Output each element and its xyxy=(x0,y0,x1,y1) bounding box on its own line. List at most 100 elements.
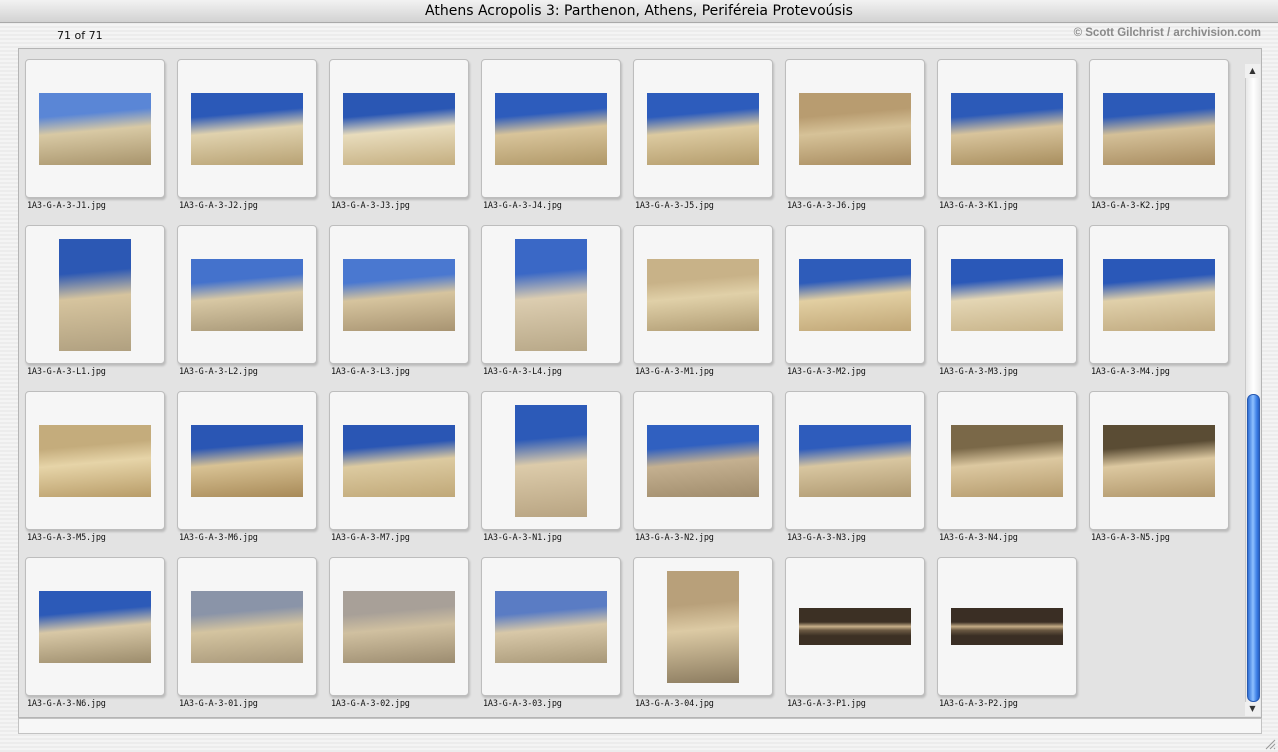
thumbnail-image[interactable] xyxy=(799,425,911,497)
thumbnail-image[interactable] xyxy=(495,591,607,663)
slide-mount[interactable] xyxy=(633,391,773,530)
thumbnail-image[interactable] xyxy=(343,425,455,497)
thumbnail-item[interactable]: 1A3-G-A-3-P1.jpg xyxy=(785,557,925,717)
thumbnail-item[interactable]: 1A3-G-A-3-M6.jpg xyxy=(177,391,317,551)
thumbnail-item[interactable]: 1A3-G-A-3-04.jpg xyxy=(633,557,773,717)
thumbnail-image[interactable] xyxy=(799,608,911,645)
thumbnail-image[interactable] xyxy=(647,93,759,165)
slide-mount[interactable] xyxy=(177,59,317,198)
thumbnail-image[interactable] xyxy=(951,259,1063,331)
slide-mount[interactable] xyxy=(1089,225,1229,364)
slide-mount[interactable] xyxy=(25,59,165,198)
thumbnail-item[interactable]: 1A3-G-A-3-M7.jpg xyxy=(329,391,469,551)
slide-mount[interactable] xyxy=(937,391,1077,530)
thumbnail-image[interactable] xyxy=(667,571,739,683)
slide-mount[interactable] xyxy=(25,557,165,696)
thumbnail-image[interactable] xyxy=(191,259,303,331)
thumbnail-item[interactable]: 1A3-G-A-3-L3.jpg xyxy=(329,225,469,385)
thumbnail-item[interactable]: 1A3-G-A-3-M2.jpg xyxy=(785,225,925,385)
thumbnail-item[interactable]: 1A3-G-A-3-03.jpg xyxy=(481,557,621,717)
slide-mount[interactable] xyxy=(481,391,621,530)
thumbnail-image[interactable] xyxy=(39,425,151,497)
thumbnail-item[interactable]: 1A3-G-A-3-K1.jpg xyxy=(937,59,1077,219)
thumbnail-filename: 1A3-G-A-3-04.jpg xyxy=(635,699,714,709)
slide-mount[interactable] xyxy=(785,557,925,696)
slide-mount[interactable] xyxy=(937,59,1077,198)
slide-mount[interactable] xyxy=(25,391,165,530)
slide-mount[interactable] xyxy=(785,391,925,530)
slide-mount[interactable] xyxy=(481,557,621,696)
thumbnail-image[interactable] xyxy=(343,591,455,663)
slide-mount[interactable] xyxy=(1089,59,1229,198)
scrollbar-thumb[interactable] xyxy=(1247,394,1260,702)
slide-mount[interactable] xyxy=(329,391,469,530)
thumbnail-item[interactable]: 1A3-G-A-3-N6.jpg xyxy=(25,557,165,717)
thumbnail-item[interactable]: 1A3-G-A-3-J6.jpg xyxy=(785,59,925,219)
thumbnail-item[interactable]: 1A3-G-A-3-02.jpg xyxy=(329,557,469,717)
thumbnail-image[interactable] xyxy=(951,425,1063,497)
thumbnail-item[interactable]: 1A3-G-A-3-N2.jpg xyxy=(633,391,773,551)
slide-mount[interactable] xyxy=(785,225,925,364)
thumbnail-image[interactable] xyxy=(1103,93,1215,165)
thumbnail-image[interactable] xyxy=(647,425,759,497)
thumbnail-item[interactable]: 1A3-G-A-3-M4.jpg xyxy=(1089,225,1229,385)
slide-mount[interactable] xyxy=(481,59,621,198)
thumbnail-image[interactable] xyxy=(191,425,303,497)
thumbnail-item[interactable]: 1A3-G-A-3-N3.jpg xyxy=(785,391,925,551)
slide-mount[interactable] xyxy=(1089,391,1229,530)
thumbnail-image[interactable] xyxy=(343,259,455,331)
thumbnail-image[interactable] xyxy=(1103,259,1215,331)
thumbnail-item[interactable]: 1A3-G-A-3-J5.jpg xyxy=(633,59,773,219)
thumbnail-item[interactable]: 1A3-G-A-3-J1.jpg xyxy=(25,59,165,219)
slide-mount[interactable] xyxy=(329,59,469,198)
thumbnail-image[interactable] xyxy=(515,405,587,517)
thumbnail-image[interactable] xyxy=(495,93,607,165)
slide-mount[interactable] xyxy=(633,557,773,696)
thumbnail-item[interactable]: 1A3-G-A-3-J3.jpg xyxy=(329,59,469,219)
thumbnail-item[interactable]: 1A3-G-A-3-K2.jpg xyxy=(1089,59,1229,219)
thumbnail-filename: 1A3-G-A-3-L2.jpg xyxy=(179,367,258,377)
horizontal-scrollbar[interactable] xyxy=(18,718,1262,734)
slide-mount[interactable] xyxy=(177,391,317,530)
thumbnail-item[interactable]: 1A3-G-A-3-N1.jpg xyxy=(481,391,621,551)
slide-mount[interactable] xyxy=(481,225,621,364)
thumbnail-item[interactable]: 1A3-G-A-3-J2.jpg xyxy=(177,59,317,219)
slide-mount[interactable] xyxy=(177,557,317,696)
thumbnail-item[interactable]: 1A3-G-A-3-M1.jpg xyxy=(633,225,773,385)
thumbnail-image[interactable] xyxy=(343,93,455,165)
thumbnail-item[interactable]: 1A3-G-A-3-P2.jpg xyxy=(937,557,1077,717)
thumbnail-item[interactable]: 1A3-G-A-3-M3.jpg xyxy=(937,225,1077,385)
slide-mount[interactable] xyxy=(937,225,1077,364)
thumbnail-image[interactable] xyxy=(799,93,911,165)
thumbnail-image[interactable] xyxy=(951,608,1063,645)
slide-mount[interactable] xyxy=(785,59,925,198)
slide-mount[interactable] xyxy=(329,557,469,696)
scroll-down-arrow-icon[interactable]: ▼ xyxy=(1245,702,1260,716)
resize-grip-icon[interactable] xyxy=(1264,738,1276,750)
thumbnail-image[interactable] xyxy=(515,239,587,351)
thumbnail-item[interactable]: 1A3-G-A-3-M5.jpg xyxy=(25,391,165,551)
thumbnail-item[interactable]: 1A3-G-A-3-L2.jpg xyxy=(177,225,317,385)
thumbnail-image[interactable] xyxy=(59,239,131,351)
slide-mount[interactable] xyxy=(633,59,773,198)
thumbnail-item[interactable]: 1A3-G-A-3-L4.jpg xyxy=(481,225,621,385)
thumbnail-image[interactable] xyxy=(191,93,303,165)
scroll-up-arrow-icon[interactable]: ▲ xyxy=(1245,64,1260,78)
slide-mount[interactable] xyxy=(329,225,469,364)
slide-mount[interactable] xyxy=(633,225,773,364)
thumbnail-item[interactable]: 1A3-G-A-3-L1.jpg xyxy=(25,225,165,385)
thumbnail-image[interactable] xyxy=(647,259,759,331)
slide-mount[interactable] xyxy=(177,225,317,364)
thumbnail-item[interactable]: 1A3-G-A-3-01.jpg xyxy=(177,557,317,717)
thumbnail-image[interactable] xyxy=(799,259,911,331)
thumbnail-item[interactable]: 1A3-G-A-3-N4.jpg xyxy=(937,391,1077,551)
thumbnail-image[interactable] xyxy=(1103,425,1215,497)
thumbnail-image[interactable] xyxy=(39,591,151,663)
slide-mount[interactable] xyxy=(25,225,165,364)
thumbnail-item[interactable]: 1A3-G-A-3-J4.jpg xyxy=(481,59,621,219)
thumbnail-image[interactable] xyxy=(191,591,303,663)
thumbnail-item[interactable]: 1A3-G-A-3-N5.jpg xyxy=(1089,391,1229,551)
thumbnail-image[interactable] xyxy=(951,93,1063,165)
slide-mount[interactable] xyxy=(937,557,1077,696)
thumbnail-image[interactable] xyxy=(39,93,151,165)
